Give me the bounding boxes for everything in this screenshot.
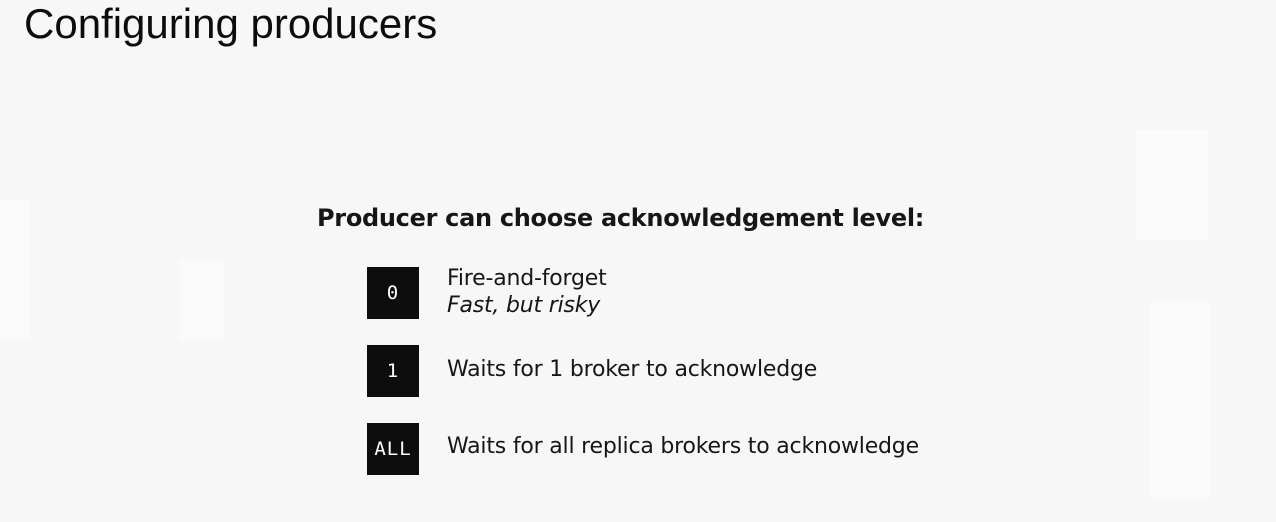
slide-title: Configuring producers [24,0,438,47]
ack-level-label: Waits for 1 broker to acknowledge [447,357,818,382]
ack-level-badge-all: ALL [367,423,419,475]
ack-level-description-0: Fire-and-forget Fast, but risky [447,266,607,318]
ack-level-badge-1: 1 [367,345,419,397]
background-artifact [180,260,225,340]
background-artifact [0,200,30,340]
background-artifact [1136,130,1208,240]
ack-level-description-all: Waits for all replica brokers to acknowl… [447,434,919,459]
ack-level-label: Fire-and-forget [447,266,607,291]
background-artifact [1150,300,1210,500]
ack-level-description-1: Waits for 1 broker to acknowledge [447,357,817,382]
ack-level-badge-0: 0 [367,267,419,319]
ack-level-label: Waits for all replica brokers to acknowl… [447,434,919,459]
ack-level-note: Fast, but risky [447,293,601,318]
section-heading: Producer can choose acknowledgement leve… [317,204,925,232]
